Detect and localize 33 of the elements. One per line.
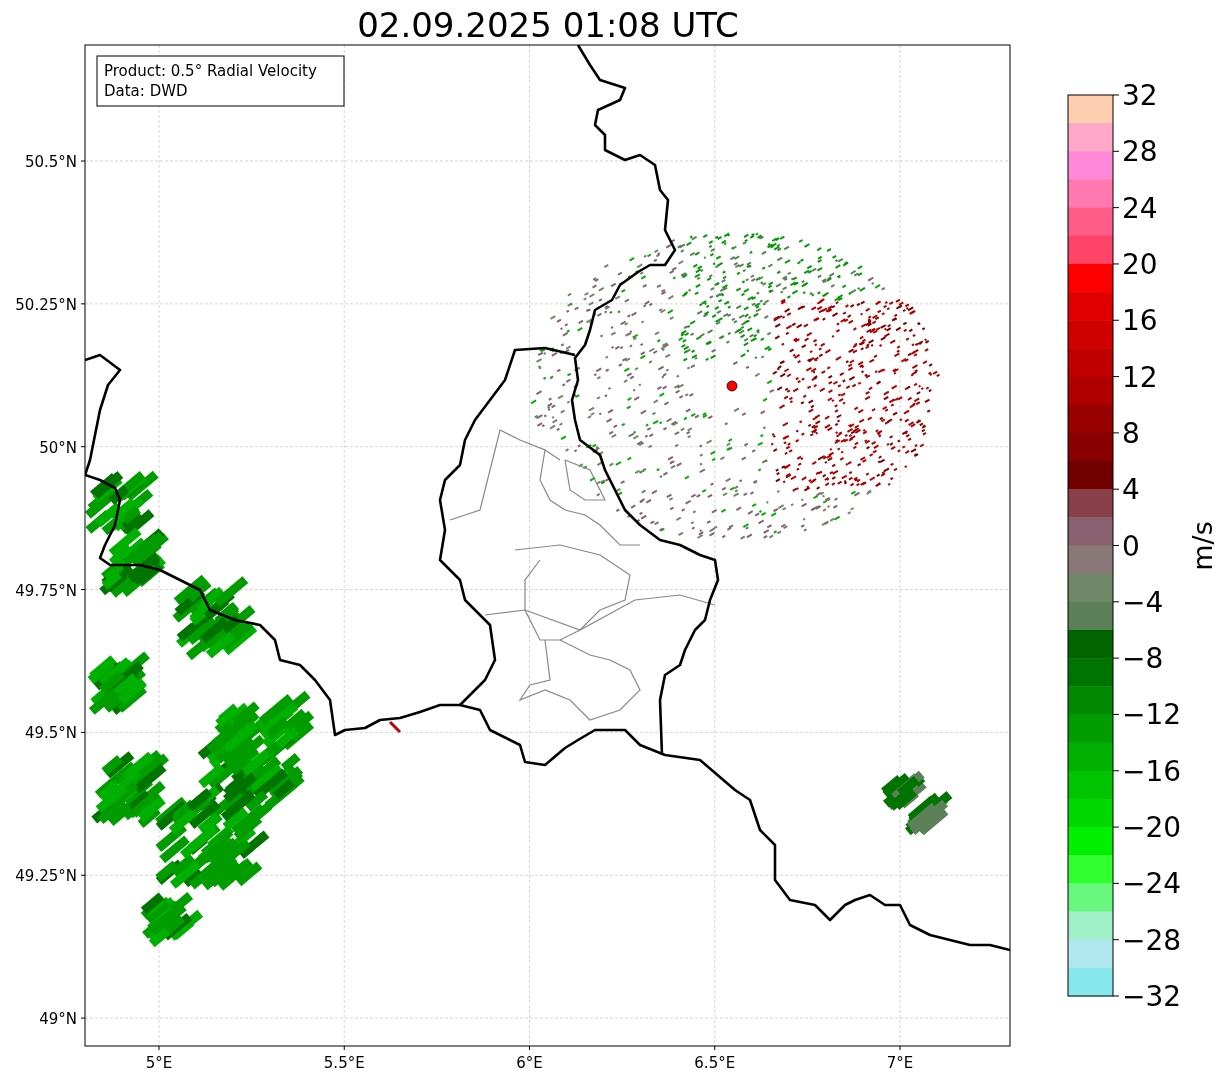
colorbar-tick-label: 12 xyxy=(1122,360,1158,394)
axis-tick-label: 49°N xyxy=(39,1010,77,1029)
axis-tick-label: 49.25°N xyxy=(15,867,77,886)
colorbar-tick-label: 20 xyxy=(1122,247,1158,281)
colorbar-tick-label: 8 xyxy=(1122,416,1140,450)
axis-tick-label: 7°E xyxy=(886,1054,914,1072)
colorbar-tick-label: 4 xyxy=(1122,473,1140,507)
chart-title: 02.09.2025 01:08 UTC xyxy=(357,5,739,45)
axis-tick-label: 5°E xyxy=(145,1054,173,1072)
colorbar-tick-label: 32 xyxy=(1122,79,1158,112)
colorbar-tick-label: −16 xyxy=(1122,754,1182,788)
colorbar-tick-label: 0 xyxy=(1122,529,1140,563)
axis-tick-label: 6°E xyxy=(516,1054,543,1072)
colorbar-tick-label: −12 xyxy=(1122,698,1182,732)
colorbar-tick-label: 16 xyxy=(1122,304,1158,338)
colorbar-tick-label: −24 xyxy=(1122,867,1182,901)
axis-tick-label: 50°N xyxy=(39,438,77,457)
colorbar-tick-label: −20 xyxy=(1122,811,1182,845)
colorbar-tick-label: −28 xyxy=(1122,923,1182,957)
colorbar-tick-label: −32 xyxy=(1122,980,1182,1013)
colorbar-tick-label: −4 xyxy=(1122,585,1164,619)
axis-tick-label: 49.5°N xyxy=(24,724,77,743)
colorbar-label: m/s xyxy=(1187,521,1218,571)
colorbar-tick-label: 28 xyxy=(1122,135,1158,169)
axis-tick-label: 5.5°E xyxy=(323,1054,365,1072)
colorbar-tick-label: −8 xyxy=(1122,642,1164,676)
axis-tick-label: 50.5°N xyxy=(24,153,77,171)
axis-tick-label: 6.5°E xyxy=(694,1054,736,1072)
info-text: Data: DWD xyxy=(104,82,188,100)
axis-tick-label: 49.75°N xyxy=(15,581,77,600)
colorbar-tick-label: 24 xyxy=(1122,191,1158,225)
info-text: Product: 0.5° Radial Velocity xyxy=(104,62,317,80)
axis-tick-label: 50.25°N xyxy=(15,295,77,314)
